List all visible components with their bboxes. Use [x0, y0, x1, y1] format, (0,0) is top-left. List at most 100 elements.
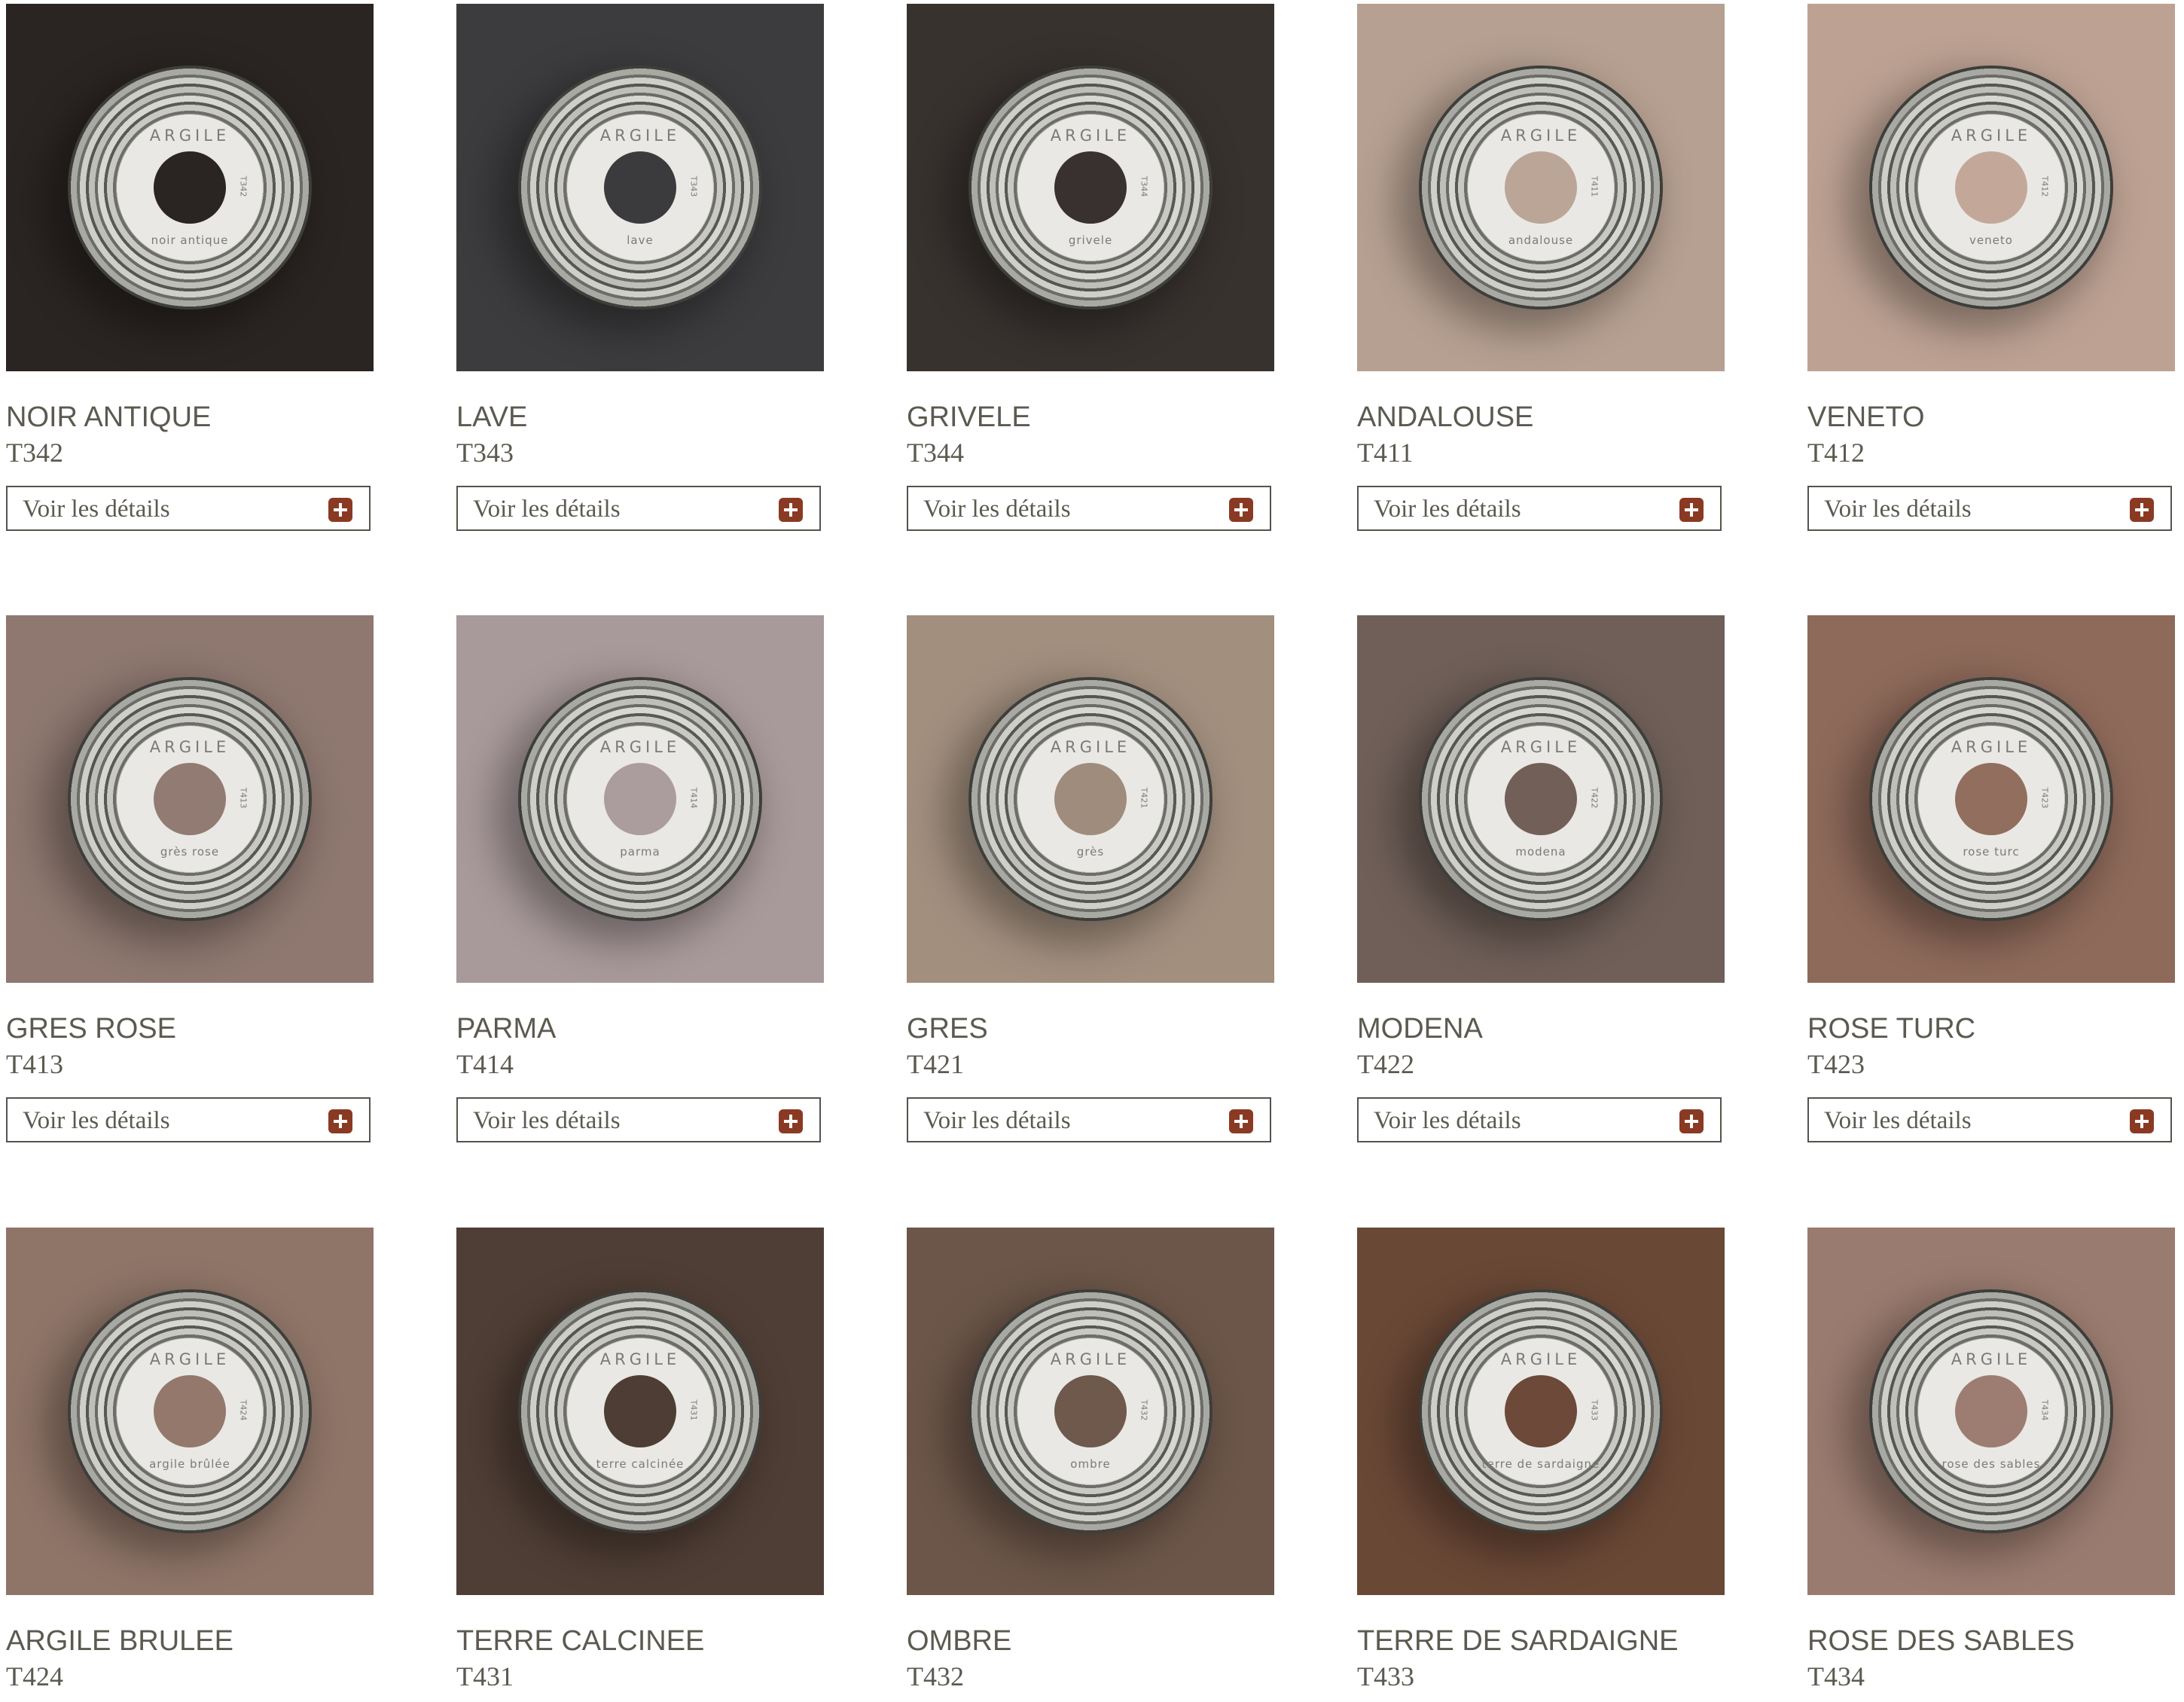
product-image[interactable]: ARGILE lave T343	[456, 4, 824, 371]
product-code: T422	[1357, 1049, 1414, 1079]
view-details-button[interactable]: Voir les détails	[456, 1097, 821, 1142]
product-name[interactable]: ANDALOUSE	[1357, 400, 1725, 435]
tin-brand: ARGILE	[599, 738, 681, 756]
product-card[interactable]: ARGILE parma T414 PARMA T414 Voir les dé…	[456, 615, 824, 1142]
product-name[interactable]: GRES	[907, 1011, 1274, 1046]
tin-color-code: T344	[1139, 175, 1149, 197]
product-image[interactable]: ARGILE rose des sables T434	[1807, 1228, 2175, 1595]
product-name[interactable]: OMBRE	[907, 1624, 1274, 1658]
product-image[interactable]: ARGILE grivele T344	[907, 4, 1274, 371]
product-card[interactable]: ARGILE grès rose T413 GRES ROSE T413 Voi…	[6, 615, 374, 1142]
color-sample	[1505, 763, 1577, 835]
product-name[interactable]: GRIVELE	[907, 400, 1274, 435]
product-card[interactable]: ARGILE noir antique T342 NOIR ANTIQUE T3…	[6, 4, 374, 531]
view-details-button[interactable]: Voir les détails	[456, 486, 821, 531]
view-details-button[interactable]: Voir les détails	[1357, 1097, 1722, 1142]
product-card[interactable]: ARGILE veneto T412 VENETO T412 Voir les …	[1807, 4, 2175, 531]
view-details-label: Voir les détails	[1374, 1107, 1521, 1134]
paint-tin-image: ARGILE grivele T344	[968, 66, 1212, 310]
product-card[interactable]: ARGILE andalouse T411 ANDALOUSE T411 Voi…	[1357, 4, 1725, 531]
tin-color-code: T433	[1589, 1399, 1600, 1421]
product-image[interactable]: ARGILE rose turc T423	[1807, 615, 2175, 983]
tin-color-code: T431	[688, 1399, 699, 1421]
tin-color-name: noir antique	[151, 233, 229, 247]
product-name[interactable]: TERRE DE SARDAIGNE	[1357, 1624, 1725, 1658]
product-name[interactable]: GRES ROSE	[6, 1011, 374, 1046]
view-details-button[interactable]: Voir les détails	[6, 486, 371, 531]
product-card[interactable]: ARGILE argile brûlée T424 ARGILE BRULEE …	[6, 1228, 374, 1693]
view-details-button[interactable]: Voir les détails	[6, 1097, 371, 1142]
product-card[interactable]: ARGILE terre calcinée T431 TERRE CALCINE…	[456, 1228, 824, 1693]
view-details-label: Voir les détails	[473, 496, 621, 523]
product-name[interactable]: PARMA	[456, 1011, 824, 1046]
tin-brand: ARGILE	[149, 127, 230, 145]
tin-color-code: T342	[238, 175, 249, 197]
product-image[interactable]: ARGILE noir antique T342	[6, 4, 374, 371]
paint-tin-image: ARGILE grès rose T413	[68, 677, 312, 921]
tin-brand: ARGILE	[1500, 127, 1582, 145]
product-card[interactable]: ARGILE rose turc T423 ROSE TURC T423 Voi…	[1807, 615, 2175, 1142]
product-image[interactable]: ARGILE grès T421	[907, 615, 1274, 983]
product-name[interactable]: MODENA	[1357, 1011, 1725, 1046]
product-image[interactable]: ARGILE andalouse T411	[1357, 4, 1725, 371]
product-card[interactable]: ARGILE ombre T432 OMBRE T432	[907, 1228, 1274, 1693]
view-details-button[interactable]: Voir les détails	[1357, 486, 1722, 531]
tin-brand: ARGILE	[1050, 127, 1131, 145]
product-name[interactable]: VENETO	[1807, 400, 2175, 435]
color-sample	[1505, 1375, 1577, 1447]
product-card[interactable]: ARGILE lave T343 LAVE T343 Voir les déta…	[456, 4, 824, 531]
tin-color-name: ombre	[1070, 1457, 1111, 1471]
product-name[interactable]: TERRE CALCINEE	[456, 1624, 824, 1658]
product-code: T424	[6, 1661, 63, 1691]
paint-tin-image: ARGILE terre calcinée T431	[518, 1289, 762, 1533]
product-image[interactable]: ARGILE terre de sardaigne T433	[1357, 1228, 1725, 1595]
tin-color-name: grivele	[1068, 233, 1113, 247]
tin-label: ARGILE rose des sables T434	[1918, 1338, 2064, 1484]
plus-icon	[2130, 1109, 2154, 1133]
tin-brand: ARGILE	[1500, 738, 1582, 756]
product-card[interactable]: ARGILE grivele T344 GRIVELE T344 Voir le…	[907, 4, 1274, 531]
product-card[interactable]: ARGILE terre de sardaigne T433 TERRE DE …	[1357, 1228, 1725, 1693]
color-sample	[1054, 763, 1127, 835]
product-image[interactable]: ARGILE terre calcinée T431	[456, 1228, 824, 1595]
tin-brand: ARGILE	[149, 738, 230, 756]
product-card[interactable]: ARGILE modena T422 MODENA T422 Voir les …	[1357, 615, 1725, 1142]
view-details-button[interactable]: Voir les détails	[907, 486, 1271, 531]
tin-brand: ARGILE	[599, 1350, 681, 1368]
view-details-button[interactable]: Voir les détails	[1807, 1097, 2172, 1142]
tin-color-name: terre calcinée	[596, 1457, 685, 1471]
paint-tin-image: ARGILE ombre T432	[968, 1289, 1212, 1533]
product-image[interactable]: ARGILE veneto T412	[1807, 4, 2175, 371]
product-name[interactable]: LAVE	[456, 400, 824, 435]
plus-icon	[328, 498, 352, 522]
tin-color-code: T422	[1589, 787, 1600, 809]
tin-color-name: parma	[620, 845, 660, 859]
view-details-label: Voir les détails	[1824, 1107, 1972, 1134]
product-image[interactable]: ARGILE parma T414	[456, 615, 824, 983]
tin-label: ARGILE andalouse T411	[1468, 114, 1614, 261]
product-name[interactable]: NOIR ANTIQUE	[6, 400, 374, 435]
product-card[interactable]: ARGILE grès T421 GRES T421 Voir les déta…	[907, 615, 1274, 1142]
product-image[interactable]: ARGILE modena T422	[1357, 615, 1725, 983]
product-name[interactable]: ROSE DES SABLES	[1807, 1624, 2175, 1658]
plus-icon	[1229, 498, 1253, 522]
product-name[interactable]: ROSE TURC	[1807, 1011, 2175, 1046]
tin-label: ARGILE veneto T412	[1918, 114, 2064, 261]
color-sample	[154, 763, 226, 835]
view-details-label: Voir les détails	[23, 496, 170, 523]
paint-tin-image: ARGILE terre de sardaigne T433	[1419, 1289, 1663, 1533]
view-details-button[interactable]: Voir les détails	[1807, 486, 2172, 531]
product-image[interactable]: ARGILE argile brûlée T424	[6, 1228, 374, 1595]
tin-label: ARGILE terre calcinée T431	[567, 1338, 713, 1484]
product-code: T412	[1807, 438, 1865, 468]
tin-color-name: grès	[1076, 845, 1105, 859]
plus-icon	[779, 498, 803, 522]
product-name[interactable]: ARGILE BRULEE	[6, 1624, 374, 1658]
color-sample	[1505, 151, 1577, 224]
paint-tin-image: ARGILE rose des sables T434	[1869, 1289, 2113, 1533]
color-sample	[604, 1375, 676, 1447]
view-details-button[interactable]: Voir les détails	[907, 1097, 1271, 1142]
product-image[interactable]: ARGILE ombre T432	[907, 1228, 1274, 1595]
product-card[interactable]: ARGILE rose des sables T434 ROSE DES SAB…	[1807, 1228, 2175, 1693]
product-image[interactable]: ARGILE grès rose T413	[6, 615, 374, 983]
